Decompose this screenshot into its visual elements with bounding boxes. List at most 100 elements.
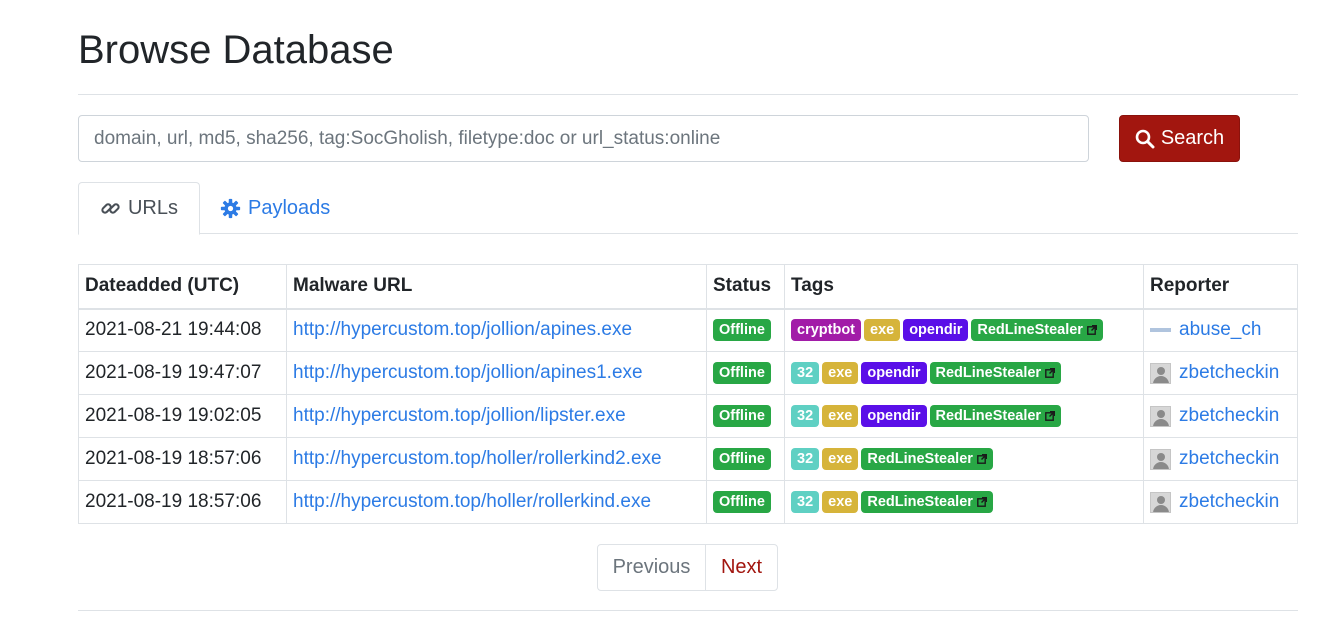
tag-badge[interactable]: RedLineStealer — [971, 319, 1103, 342]
table-row: 2021-08-19 18:57:06 http://hypercustom.t… — [78, 437, 1298, 481]
tag-label: RedLineStealer — [935, 364, 1042, 381]
previous-page-button[interactable]: Previous — [598, 545, 706, 590]
tab-payloads-label: Payloads — [248, 196, 331, 219]
tag-badge[interactable]: exe — [822, 447, 859, 470]
tag-badge[interactable]: exe — [822, 404, 859, 427]
avatar — [1150, 319, 1171, 341]
tag-badge[interactable]: opendir — [861, 361, 927, 384]
tag-label: 32 — [797, 450, 814, 467]
header-malware-url: Malware URL — [286, 264, 707, 310]
avatar — [1150, 362, 1171, 384]
malware-url-link[interactable]: http://hypercustom.top/jollion/apines.ex… — [293, 319, 632, 340]
reporter-link[interactable]: zbetcheckin — [1179, 405, 1279, 427]
url-cell: http://hypercustom.top/jollion/lipster.e… — [286, 394, 707, 438]
tab-urls-label: URLs — [127, 197, 178, 219]
reporter-link[interactable]: abuse_ch — [1179, 319, 1261, 341]
reporter-link[interactable]: zbetcheckin — [1179, 448, 1279, 470]
tag-badge[interactable]: 32 — [791, 404, 820, 427]
search-button[interactable]: Search — [1119, 115, 1240, 162]
url-cell: http://hypercustom.top/jollion/apines1.e… — [286, 351, 707, 395]
table-row: 2021-08-19 19:47:07 http://hypercustom.t… — [78, 351, 1298, 395]
table-row: 2021-08-19 18:57:06 http://hypercustom.t… — [78, 480, 1298, 524]
tag-badge[interactable]: exe — [864, 319, 901, 342]
reporter-cell: zbetcheckin — [1143, 394, 1298, 438]
tags-cell: 32 exe RedLineStealer — [784, 480, 1144, 524]
pagination: Previous Next — [597, 544, 778, 591]
tag-badge[interactable]: RedLineStealer — [861, 447, 993, 470]
tag-badge[interactable]: RedLineStealer — [929, 404, 1062, 427]
tag-badge[interactable]: 32 — [791, 490, 820, 513]
reporter-link[interactable]: zbetcheckin — [1179, 491, 1279, 513]
tag-badge[interactable]: exe — [822, 490, 859, 513]
tag-label: exe — [828, 407, 853, 424]
status-badge: Offline — [713, 361, 771, 384]
reporter-link[interactable]: zbetcheckin — [1179, 362, 1279, 384]
divider — [78, 610, 1298, 611]
date-cell: 2021-08-19 18:57:06 — [78, 480, 287, 524]
tag-badge[interactable]: 32 — [791, 447, 820, 470]
tag-label: cryptbot — [797, 322, 855, 339]
status-cell: Offline — [706, 308, 785, 352]
malware-url-link[interactable]: http://hypercustom.top/jollion/apines1.e… — [293, 362, 643, 383]
tab-payloads[interactable]: Payloads — [220, 182, 330, 234]
tag-label: 32 — [797, 364, 814, 381]
search-input[interactable] — [78, 115, 1089, 162]
status-badge: Offline — [713, 404, 771, 427]
page-title: Browse Database — [78, 28, 394, 72]
next-page-button[interactable]: Next — [706, 545, 777, 590]
date-cell: 2021-08-19 18:57:06 — [78, 437, 287, 481]
malware-url-link[interactable]: http://hypercustom.top/jollion/lipster.e… — [293, 405, 626, 426]
header-tags: Tags — [784, 264, 1144, 310]
tag-badge[interactable]: opendir — [903, 319, 969, 342]
url-cell: http://hypercustom.top/jollion/apines.ex… — [286, 308, 707, 352]
header-reporter: Reporter — [1143, 264, 1298, 310]
tag-label: opendir — [867, 407, 921, 424]
divider — [78, 94, 1298, 95]
tag-label: RedLineStealer — [867, 450, 973, 467]
status-cell: Offline — [706, 394, 785, 438]
reporter-cell: zbetcheckin — [1143, 351, 1298, 395]
table-row: 2021-08-21 19:44:08 http://hypercustom.t… — [78, 308, 1298, 352]
gear-icon — [220, 198, 241, 218]
tag-label: opendir — [867, 364, 921, 381]
tag-label: 32 — [797, 407, 814, 424]
tab-urls[interactable]: URLs — [78, 182, 200, 235]
reporter-cell: zbetcheckin — [1143, 437, 1298, 481]
tag-badge[interactable]: RedLineStealer — [861, 490, 993, 513]
tag-badge[interactable]: cryptbot — [791, 319, 861, 342]
tag-badge[interactable]: opendir — [861, 404, 927, 427]
external-link-icon — [1045, 410, 1056, 421]
url-cell: http://hypercustom.top/holler/rollerkind… — [286, 480, 707, 524]
external-link-icon — [977, 496, 987, 507]
avatar — [1150, 405, 1171, 427]
malware-url-link[interactable]: http://hypercustom.top/holler/rollerkind… — [293, 448, 662, 469]
tag-badge[interactable]: 32 — [791, 361, 820, 384]
link-icon — [101, 203, 120, 214]
date-cell: 2021-08-19 19:02:05 — [78, 394, 287, 438]
date-cell: 2021-08-19 19:47:07 — [78, 351, 287, 395]
external-link-icon — [1045, 367, 1056, 378]
tags-cell: 32 exe RedLineStealer — [784, 437, 1144, 481]
tag-label: opendir — [909, 322, 963, 339]
tag-label: exe — [828, 450, 853, 467]
avatar — [1150, 448, 1171, 470]
table-row: 2021-08-19 19:02:05 http://hypercustom.t… — [78, 394, 1298, 438]
avatar — [1150, 491, 1171, 513]
table-header-row: Dateadded (UTC) Malware URL Status Tags … — [78, 264, 1298, 310]
tag-label: exe — [870, 322, 895, 339]
search-icon — [1135, 129, 1155, 148]
reporter-cell: abuse_ch — [1143, 308, 1298, 352]
tag-badge[interactable]: exe — [822, 361, 859, 384]
urls-table: Dateadded (UTC) Malware URL Status Tags … — [78, 264, 1298, 524]
tag-badge[interactable]: RedLineStealer — [929, 361, 1062, 384]
tags-cell: cryptbot exe opendir RedLineStealer — [784, 308, 1144, 352]
tag-label: RedLineStealer — [935, 407, 1042, 424]
tags-cell: 32 exe opendir RedLineStealer — [784, 351, 1144, 395]
external-link-icon — [1087, 325, 1097, 336]
table-body: 2021-08-21 19:44:08 http://hypercustom.t… — [78, 308, 1298, 524]
external-link-icon — [977, 453, 987, 464]
status-cell: Offline — [706, 351, 785, 395]
tags-cell: 32 exe opendir RedLineStealer — [784, 394, 1144, 438]
header-status: Status — [706, 264, 785, 310]
malware-url-link[interactable]: http://hypercustom.top/holler/rollerkind… — [293, 491, 651, 512]
